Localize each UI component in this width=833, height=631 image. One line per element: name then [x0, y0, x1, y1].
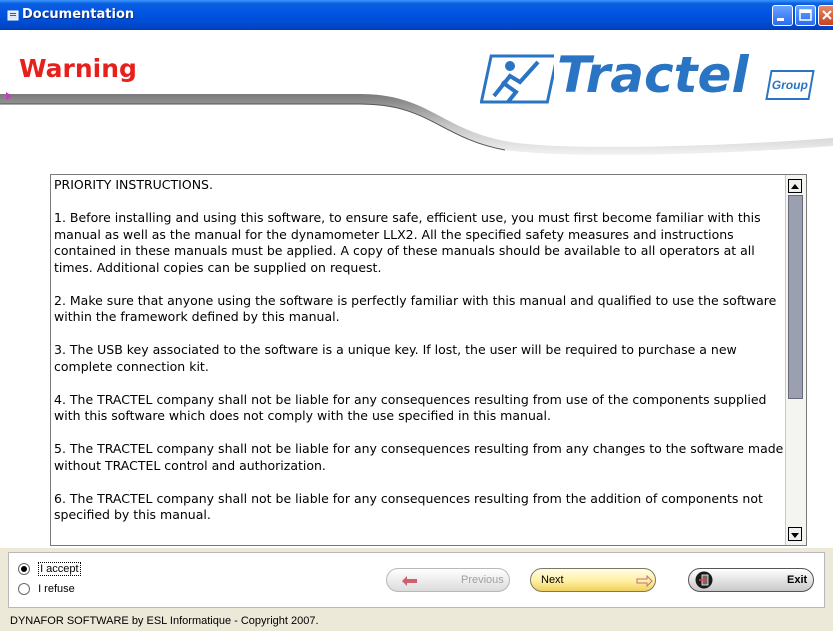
- arrow-left-icon: [402, 576, 417, 586]
- document-text: PRIORITY INSTRUCTIONS. 1. Before install…: [54, 177, 784, 540]
- scroll-down-button[interactable]: [788, 527, 802, 541]
- paragraph-3: 3. The USB key associated to the softwar…: [54, 342, 737, 374]
- exit-button[interactable]: Exit: [688, 568, 814, 592]
- group-logo-badge: Group: [765, 70, 815, 100]
- minimize-button[interactable]: [772, 5, 793, 26]
- paragraph-1: 1. Before installing and using this soft…: [54, 210, 761, 275]
- exit-label: Exit: [787, 574, 808, 586]
- status-bar: DYNAFOR SOFTWARE by ESL Informatique - C…: [0, 612, 833, 631]
- arrow-up-icon: [791, 184, 799, 189]
- window-title: Documentation: [22, 7, 135, 22]
- scroll-thumb[interactable]: [788, 195, 803, 399]
- exit-door-icon: [695, 571, 713, 589]
- next-button[interactable]: Next: [530, 568, 656, 592]
- close-button[interactable]: [818, 5, 833, 26]
- tractel-logo-text: Tractel: [557, 46, 749, 104]
- license-text-area[interactable]: PRIORITY INSTRUCTIONS. 1. Before install…: [50, 174, 807, 546]
- arrow-down-icon: [791, 533, 799, 538]
- maximize-button[interactable]: [795, 5, 816, 26]
- paragraph-2: 2. Make sure that anyone using the softw…: [54, 292, 777, 325]
- app-icon: [7, 10, 19, 21]
- copyright-text: DYNAFOR SOFTWARE by ESL Informatique - C…: [10, 615, 319, 627]
- refuse-option[interactable]: I refuse: [18, 583, 75, 596]
- previous-label: Previous: [461, 574, 504, 586]
- priority-heading: PRIORITY INSTRUCTIONS.: [54, 177, 213, 192]
- documentation-window: Documentation Warning Tractel Group PRIO…: [0, 0, 833, 631]
- paragraph-5: 5. The TRACTEL company shall not be liab…: [54, 441, 784, 473]
- accept-option[interactable]: I accept: [18, 562, 81, 576]
- arrow-right-icon: [636, 575, 653, 587]
- minimize-icon: [777, 18, 784, 21]
- paragraph-6: 6. The TRACTEL company shall not be liab…: [54, 490, 763, 523]
- previous-button[interactable]: Previous: [386, 568, 510, 592]
- climber-logo-icon: [480, 54, 554, 104]
- close-icon: [822, 10, 832, 20]
- refuse-label[interactable]: I refuse: [38, 583, 75, 595]
- accept-radio[interactable]: [18, 563, 30, 576]
- paragraph-4: 4. The TRACTEL company shall not be liab…: [54, 391, 767, 424]
- scroll-up-button[interactable]: [788, 179, 802, 193]
- maximize-icon: [799, 9, 812, 21]
- vertical-scrollbar[interactable]: [785, 175, 806, 545]
- refuse-radio[interactable]: [18, 583, 30, 596]
- accept-label[interactable]: I accept: [38, 562, 81, 576]
- next-label: Next: [541, 574, 564, 586]
- warning-heading: Warning: [19, 54, 137, 83]
- title-bar[interactable]: Documentation: [0, 0, 833, 30]
